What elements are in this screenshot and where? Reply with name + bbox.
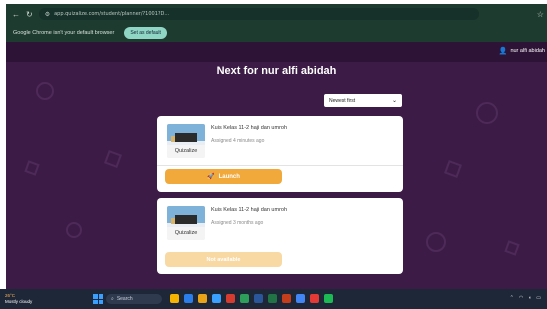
chrome-icon[interactable] <box>296 294 305 303</box>
folder-icon[interactable] <box>198 294 207 303</box>
excel-icon[interactable] <box>268 294 277 303</box>
store-icon[interactable] <box>212 294 221 303</box>
top-header: 👤 nur alfi abidah <box>6 42 547 62</box>
background-square <box>504 240 520 256</box>
weather-desc: Mostly cloudy <box>5 299 33 304</box>
weather-widget[interactable]: 26°C Mostly cloudy <box>5 293 32 305</box>
app-icon[interactable] <box>310 294 319 303</box>
start-icon[interactable] <box>93 294 103 304</box>
background-square <box>444 160 462 178</box>
search-icon: ⌕ <box>111 296 114 302</box>
browser-chrome: ← ↻ ⚙ app.quizalize.com/student/planner/… <box>6 4 547 42</box>
background-circle <box>66 222 82 238</box>
taskbar-search[interactable]: ⌕ Search <box>106 294 162 304</box>
taskbar-apps <box>170 294 333 303</box>
chevron-up-icon[interactable]: ⌃ <box>510 295 514 301</box>
assignment-title: Kuis Kelas 11-2 haji dan umroh <box>211 125 288 131</box>
assignment-card: Quizalize Kuis Kelas 11-2 haji dan umroh… <box>157 116 403 192</box>
background-square <box>24 160 40 176</box>
page-title: Next for nur alfi abidah <box>216 65 337 77</box>
default-browser-infobar: Google Chrome isn't your default browser… <box>6 24 547 42</box>
background-circle <box>36 82 54 100</box>
background-square <box>104 150 122 168</box>
thumbnail-kaaba <box>175 133 197 142</box>
search-label: Search <box>116 296 133 302</box>
file-explorer-icon[interactable] <box>170 294 179 303</box>
assignment-card: Quizalize Kuis Kelas 11-2 haji dan umroh… <box>157 198 403 274</box>
edge-icon[interactable] <box>184 294 193 303</box>
rocket-icon: 🚀 <box>207 174 215 180</box>
battery-icon[interactable]: ▭ <box>536 295 541 301</box>
quiz-thumbnail: Quizalize <box>167 124 205 158</box>
not-available-button: Not available <box>165 252 282 267</box>
sort-dropdown[interactable]: Newest first ⌄ <box>324 94 402 107</box>
card-divider <box>157 165 403 166</box>
thumbnail-label: Quizalize <box>167 145 205 158</box>
url-text: app.quizalize.com/student/planner/?1001?… <box>54 11 170 17</box>
assignment-title: Kuis Kelas 11-2 haji dan umroh <box>211 207 288 213</box>
chevron-down-icon: ⌄ <box>391 98 397 104</box>
volume-icon[interactable]: ◖ <box>528 295 531 301</box>
reload-icon[interactable]: ↻ <box>26 10 33 19</box>
thumbnail-label: Quizalize <box>167 227 205 240</box>
background-circle <box>426 232 446 252</box>
infobar-message: Google Chrome isn't your default browser <box>13 30 115 36</box>
app-icon[interactable] <box>324 294 333 303</box>
launch-button[interactable]: 🚀 Launch <box>165 169 282 184</box>
app-icon[interactable] <box>226 294 235 303</box>
sort-selected: Newest first <box>329 97 356 104</box>
page: 👤 nur alfi abidah Next for nur alfi abid… <box>6 42 547 289</box>
wifi-icon[interactable]: ◠ <box>519 295 523 301</box>
launch-label: Launch <box>218 173 240 180</box>
star-icon[interactable]: ☆ <box>537 10 544 19</box>
user-name: nur alfi abidah <box>510 48 545 54</box>
assignment-time: Assigned 4 minutes ago <box>211 138 265 144</box>
address-row: ← ↻ ⚙ app.quizalize.com/student/planner/… <box>6 4 547 24</box>
address-bar[interactable]: ⚙ app.quizalize.com/student/planner/?100… <box>38 8 479 20</box>
user-menu[interactable]: 👤 nur alfi abidah <box>499 47 545 55</box>
windows-taskbar: 26°C Mostly cloudy ⌕ Search ⌃ ◠ ◖ ▭ <box>0 289 547 309</box>
word-icon[interactable] <box>254 294 263 303</box>
site-info-icon[interactable]: ⚙ <box>45 11 50 18</box>
back-icon[interactable]: ← <box>12 10 20 19</box>
set-default-button[interactable]: Set as default <box>124 27 167 39</box>
system-tray: ⌃ ◠ ◖ ▭ <box>510 295 541 301</box>
background-circle <box>476 102 498 124</box>
quiz-thumbnail: Quizalize <box>167 206 205 240</box>
assignment-time: Assigned 3 months ago <box>211 220 264 226</box>
powerpoint-icon[interactable] <box>282 294 291 303</box>
user-icon: 👤 <box>498 48 508 55</box>
app-icon[interactable] <box>240 294 249 303</box>
thumbnail-kaaba <box>175 215 197 224</box>
